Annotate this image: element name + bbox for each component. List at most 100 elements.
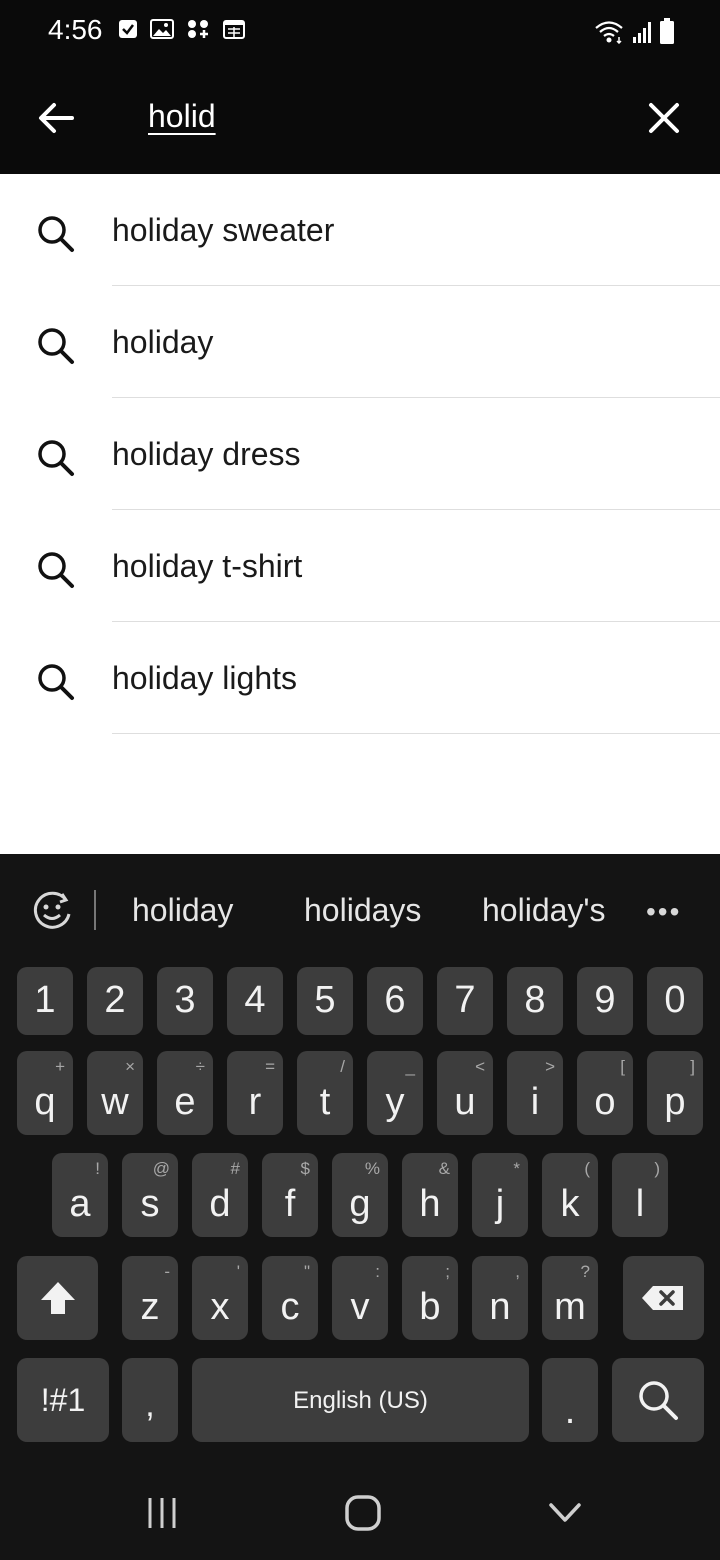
key-l[interactable]: ) l [612, 1153, 668, 1237]
key-label: v [350, 1286, 370, 1328]
key-b[interactable]: ; b [402, 1256, 458, 1340]
key-alt-symbol: ) [654, 1159, 660, 1178]
key-o[interactable]: [o [577, 1051, 633, 1135]
search-header: holid [0, 62, 720, 174]
key-label: h [419, 1183, 441, 1225]
key-6[interactable]: 6 [367, 967, 423, 1035]
key-alt-symbol: % [364, 1159, 380, 1178]
comma-key[interactable]: , [122, 1358, 178, 1442]
search-input[interactable]: holid [148, 98, 216, 135]
key-x[interactable]: ' x [192, 1256, 248, 1340]
key-alt-symbol: [ [620, 1057, 625, 1076]
shift-key[interactable] [17, 1256, 98, 1340]
key-alt-symbol: = [265, 1057, 275, 1076]
key-alt-symbol: _ [405, 1057, 415, 1076]
key-s[interactable]: @ s [122, 1153, 178, 1237]
key-label: d [209, 1183, 231, 1225]
key-alt-symbol: - [164, 1262, 170, 1281]
period-key[interactable]: . [542, 1358, 598, 1442]
emoji-icon[interactable] [28, 886, 76, 934]
key-label: 1 [34, 979, 56, 1021]
key-q[interactable]: + q [17, 1051, 73, 1135]
prediction-item[interactable]: holiday [132, 892, 233, 929]
key-0[interactable]: 0 [647, 967, 703, 1035]
key-t[interactable]: / t [297, 1051, 353, 1135]
key-y[interactable]: _ y [367, 1051, 423, 1135]
navigation-bar [0, 1452, 720, 1560]
key-i[interactable]: > i [507, 1051, 563, 1135]
key-label: g [349, 1183, 371, 1225]
key-v[interactable]: :v [332, 1256, 388, 1340]
key-alt-symbol: / [340, 1057, 345, 1076]
suggestion-item[interactable]: holiday t-shirt [0, 510, 720, 622]
key-label: 3 [174, 979, 196, 1021]
system-icons [594, 18, 674, 49]
search-icon [34, 212, 78, 256]
key-label: a [69, 1183, 91, 1225]
key-a[interactable]: ! a [52, 1153, 108, 1237]
key-alt-symbol: : [375, 1262, 380, 1281]
key-e[interactable]: ÷ e [157, 1051, 213, 1135]
key-label: z [140, 1286, 160, 1328]
key-u[interactable]: < u [437, 1051, 493, 1135]
key-alt-symbol: ( [584, 1159, 590, 1178]
key-label: b [419, 1286, 441, 1328]
search-icon [34, 324, 78, 368]
suggestion-label: holiday sweater [112, 212, 335, 248]
suggestion-item[interactable]: holiday lights [0, 622, 720, 734]
key-label: 4 [244, 979, 266, 1021]
key-p[interactable]: ] p [647, 1051, 703, 1135]
key-d[interactable]: # d [192, 1153, 248, 1237]
key-f[interactable]: $ f [262, 1153, 318, 1237]
key-8[interactable]: 8 [507, 967, 563, 1035]
key-h[interactable]: & h [402, 1153, 458, 1237]
space-key[interactable]: English (US) [192, 1358, 529, 1442]
prediction-item[interactable]: holidays [304, 892, 421, 929]
key-z[interactable]: -z [122, 1256, 178, 1340]
clear-search-button[interactable] [636, 92, 692, 148]
signal-icon [632, 20, 652, 49]
wifi-icon [594, 20, 624, 49]
key-label: 7 [454, 979, 476, 1021]
suggestion-item[interactable]: holiday dress [0, 398, 720, 510]
key-alt-symbol: ] [690, 1057, 695, 1076]
key-label: !#1 [40, 1382, 86, 1418]
prediction-item[interactable]: holiday's [482, 892, 606, 929]
more-predictions-button[interactable]: ••• [646, 896, 686, 927]
key-7[interactable]: 7 [437, 967, 493, 1035]
key-w[interactable]: × w [87, 1051, 143, 1135]
key-alt-symbol: ! [95, 1159, 100, 1178]
suggestion-label: holiday lights [112, 660, 297, 696]
back-button[interactable] [28, 92, 84, 148]
suggestion-item[interactable]: holiday sweater [0, 174, 720, 286]
hide-keyboard-icon[interactable] [548, 1502, 582, 1529]
recents-icon[interactable] [146, 1496, 178, 1535]
key-label: o [594, 1081, 616, 1123]
key-c[interactable]: " c [262, 1256, 318, 1340]
key-g[interactable]: % g [332, 1153, 388, 1237]
key-j[interactable]: * j [472, 1153, 528, 1237]
key-r[interactable]: = r [227, 1051, 283, 1135]
key-9[interactable]: 9 [577, 967, 633, 1035]
symbols-key[interactable]: !#1 [17, 1358, 109, 1442]
arrow-left-icon [36, 100, 76, 141]
key-alt-symbol: , [515, 1262, 520, 1281]
search-icon [34, 548, 78, 592]
home-icon[interactable] [344, 1494, 382, 1537]
backspace-icon [641, 1284, 685, 1317]
key-4[interactable]: 4 [227, 967, 283, 1035]
key-1[interactable]: 1 [17, 967, 73, 1035]
key-label: p [664, 1081, 686, 1123]
key-k[interactable]: (k [542, 1153, 598, 1237]
key-alt-symbol: * [513, 1159, 520, 1178]
key-3[interactable]: 3 [157, 967, 213, 1035]
key-alt-symbol: ' [236, 1262, 240, 1281]
key-5[interactable]: 5 [297, 967, 353, 1035]
key-n[interactable]: ,n [472, 1256, 528, 1340]
key-label: s [140, 1183, 160, 1225]
key-2[interactable]: 2 [87, 967, 143, 1035]
backspace-key[interactable] [623, 1256, 704, 1340]
suggestion-item[interactable]: holiday [0, 286, 720, 398]
key-m[interactable]: ? m [542, 1256, 598, 1340]
search-key[interactable] [612, 1358, 704, 1442]
